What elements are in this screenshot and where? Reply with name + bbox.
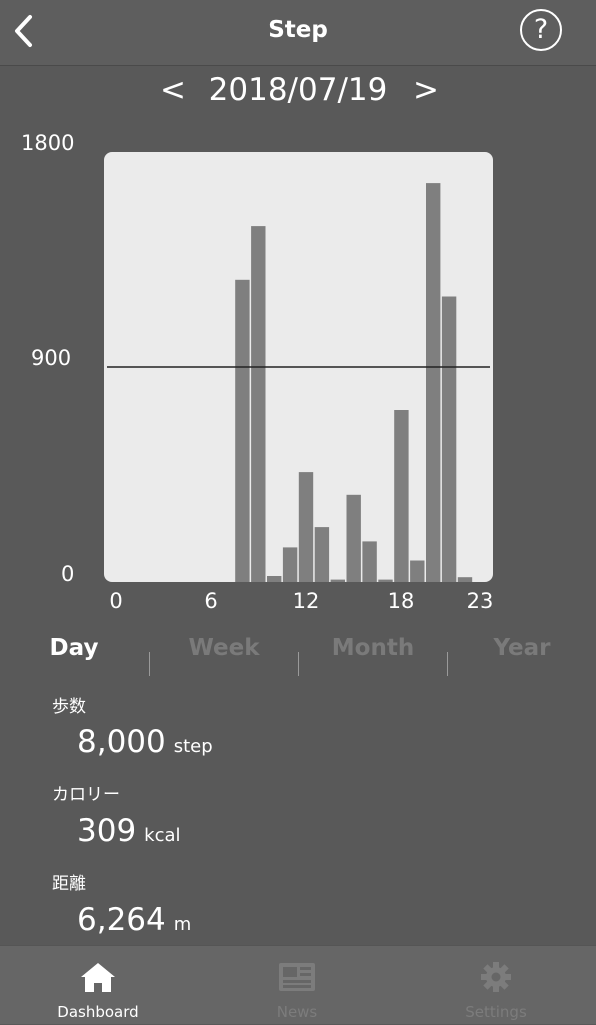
- page-title: Step: [268, 17, 328, 43]
- bar-hour-18: [394, 410, 409, 582]
- tabbar-dashboard-label: Dashboard: [57, 1003, 139, 1021]
- gear-icon: [481, 962, 511, 992]
- tabbar-settings[interactable]: Settings: [421, 946, 571, 1025]
- period-tabs: Day Week Month Year: [0, 635, 596, 685]
- distance-unit: m: [173, 914, 192, 935]
- bar-hour-12: [298, 472, 314, 582]
- steps-unit: step: [173, 736, 213, 757]
- tab-divider: [447, 652, 448, 676]
- bar-hour-10: [267, 576, 282, 582]
- bar-hour-20: [426, 183, 441, 582]
- newspaper-icon: [279, 963, 315, 991]
- tab-day[interactable]: Day: [50, 635, 99, 661]
- steps-number: 8,000: [77, 724, 166, 760]
- date-navigator: < 2018/07/19 >: [0, 72, 596, 112]
- tab-divider: [298, 652, 299, 676]
- distance-number: 6,264: [77, 902, 166, 938]
- bottom-tab-bar: Dashboard News Settings: [0, 945, 596, 1024]
- tab-divider: [149, 652, 150, 676]
- bar-hour-21: [441, 296, 457, 582]
- bar-hour-9: [251, 226, 266, 582]
- x-tick-label: 12: [292, 589, 320, 613]
- tab-year[interactable]: Year: [493, 635, 550, 661]
- calories-label: カロリー: [52, 785, 120, 805]
- calories-unit: kcal: [144, 825, 181, 846]
- bar-hour-15: [346, 494, 361, 582]
- tabbar-news-label: News: [276, 1003, 318, 1021]
- steps-label: 歩数: [52, 697, 86, 717]
- navigation-bar: Step ?: [0, 0, 596, 66]
- bar-hour-17: [378, 579, 393, 582]
- tabbar-dashboard[interactable]: Dashboard: [23, 946, 173, 1025]
- steps-value: 8,000 step: [77, 724, 213, 760]
- x-tick-label: 6: [204, 589, 218, 613]
- bar-hour-11: [282, 547, 298, 582]
- bar-hour-13: [314, 527, 330, 582]
- distance-label: 距離: [52, 874, 86, 894]
- next-date-button[interactable]: >: [413, 72, 439, 108]
- bar-hour-8: [235, 279, 250, 582]
- calories-number: 309: [77, 813, 137, 849]
- tab-week[interactable]: Week: [188, 635, 259, 661]
- bar-hour-14: [330, 579, 345, 582]
- bar-hour-16: [362, 541, 377, 582]
- bar-hour-22: [457, 577, 473, 582]
- calories-value: 309 kcal: [77, 813, 181, 849]
- tabbar-news[interactable]: News: [222, 946, 372, 1025]
- step-bar-chart: [104, 152, 493, 582]
- home-icon: [81, 963, 115, 992]
- tabbar-settings-label: Settings: [465, 1003, 527, 1021]
- x-tick-label: 23: [466, 589, 494, 613]
- date-label: 2018/07/19: [208, 72, 388, 108]
- x-tick-label: 18: [387, 589, 415, 613]
- tab-month[interactable]: Month: [332, 635, 414, 661]
- distance-value: 6,264 m: [77, 902, 191, 938]
- x-tick-label: 0: [109, 589, 123, 613]
- help-button[interactable]: ?: [520, 9, 562, 51]
- bar-hour-19: [410, 560, 425, 582]
